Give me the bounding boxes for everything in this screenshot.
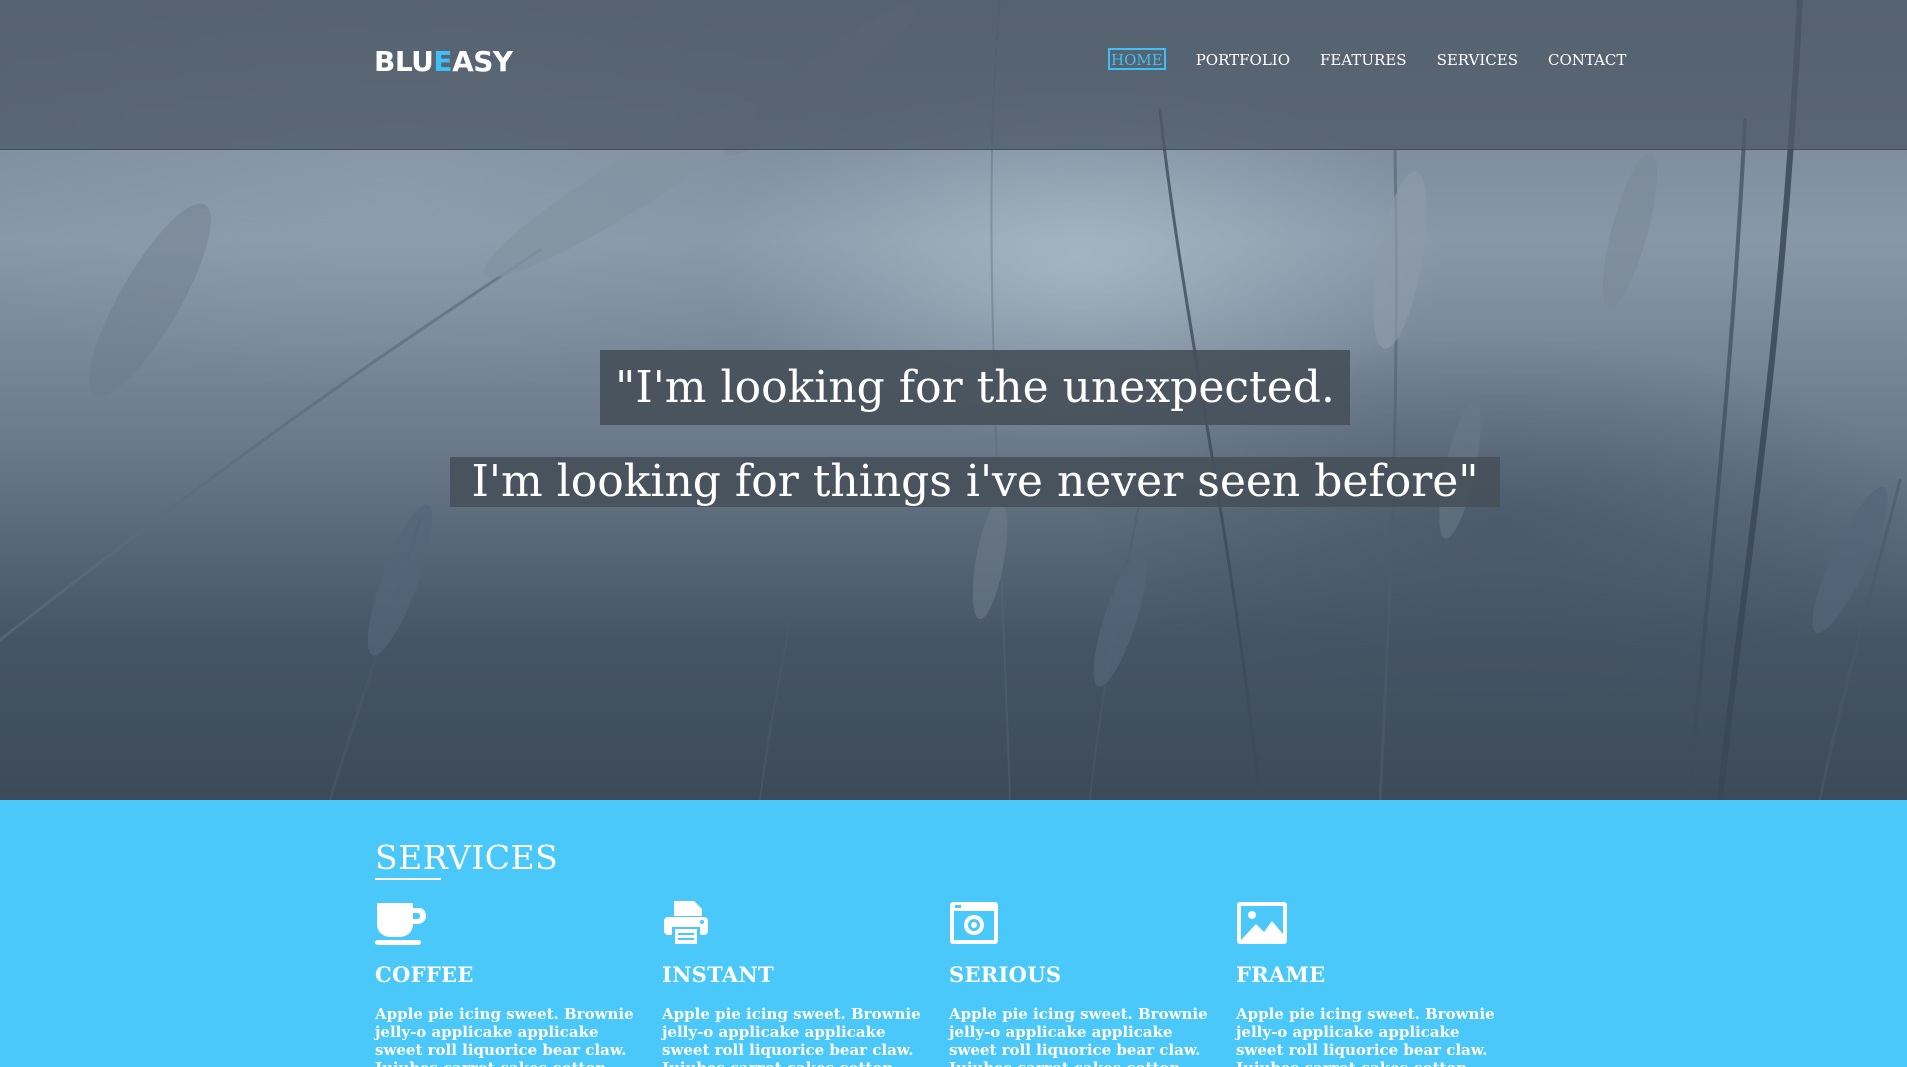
service-description: Apple pie icing sweet. Brownie jelly-o a…: [375, 1005, 634, 1067]
logo[interactable]: BLUEASY: [374, 42, 513, 82]
printer-icon: [664, 901, 708, 945]
coffee-cup-icon: [375, 903, 426, 945]
hero-quote-line1: "I'm looking for the unexpected.: [600, 350, 1350, 425]
logo-text-part1: BLU: [374, 45, 434, 78]
nav-item-features[interactable]: FEATURES: [1320, 48, 1407, 70]
nav-item-services[interactable]: SERVICES: [1437, 48, 1518, 70]
service-description: Apple pie icing sweet. Brownie jelly-o a…: [662, 1005, 921, 1067]
services-heading: SERVICES: [375, 838, 559, 877]
service-description: Apple pie icing sweet. Brownie jelly-o a…: [949, 1005, 1208, 1067]
service-title: INSTANT: [662, 962, 774, 987]
service-title: FRAME: [1236, 962, 1326, 987]
camera-icon: [950, 902, 998, 944]
service-description: Apple pie icing sweet. Brownie jelly-o a…: [1236, 1005, 1495, 1067]
services-section: SERVICES COFFEE Apple pie icing sweet. B…: [0, 800, 1907, 1067]
logo-text-accent: E: [433, 45, 453, 78]
nav-item-contact[interactable]: CONTACT: [1548, 48, 1626, 70]
hero-quote-line2: I'm looking for things i've never seen b…: [450, 457, 1500, 507]
service-title: SERIOUS: [949, 962, 1062, 987]
image-icon: [1237, 902, 1287, 944]
nav-item-home[interactable]: HOME: [1108, 48, 1166, 70]
services-heading-underline: [375, 878, 441, 880]
logo-text-part2: ASY: [452, 45, 513, 78]
main-nav: HOME PORTFOLIO FEATURES SERVICES CONTACT: [1108, 48, 1626, 72]
service-title: COFFEE: [375, 962, 474, 987]
hero-section: BLUEASY HOME PORTFOLIO FEATURES SERVICES…: [0, 0, 1907, 800]
nav-item-portfolio[interactable]: PORTFOLIO: [1196, 48, 1290, 70]
navbar: BLUEASY HOME PORTFOLIO FEATURES SERVICES…: [0, 0, 1907, 150]
